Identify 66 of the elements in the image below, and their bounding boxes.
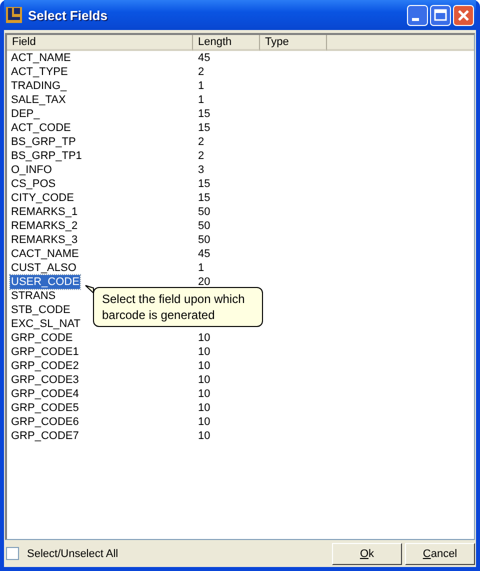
field-name[interactable]: REMARKS_3 [10, 233, 79, 247]
checkbox-label[interactable]: Select/Unselect All [27, 548, 118, 560]
field-length: 10 [198, 430, 210, 442]
field-length: 10 [198, 332, 210, 344]
field-name[interactable]: GRP_CODE4 [10, 387, 80, 401]
column-header[interactable]: Type [260, 35, 327, 51]
field-length: 50 [198, 206, 210, 218]
tooltip-text: Select the field upon which barcode is generated [102, 292, 245, 322]
field-length: 50 [198, 234, 210, 246]
close-icon[interactable] [453, 4, 474, 26]
field-name[interactable]: GRP_CODE1 [10, 345, 80, 359]
field-length: 10 [198, 402, 210, 414]
field-length: 15 [198, 108, 210, 120]
cancel-button[interactable]: Cancel [405, 542, 475, 564]
app-icon [6, 7, 22, 23]
field-length: 20 [198, 276, 210, 288]
field-length: 1 [198, 94, 204, 106]
field-name[interactable]: BS_GRP_TP [10, 135, 77, 149]
field-length: 10 [198, 360, 210, 372]
field-length: 1 [198, 80, 204, 92]
field-name[interactable]: GRP_CODE7 [10, 429, 80, 443]
field-name[interactable]: GRP_CODE6 [10, 415, 80, 429]
field-name[interactable]: EXC_SL_NAT [10, 317, 82, 331]
column-header[interactable]: Field [7, 35, 193, 51]
field-length: 10 [198, 346, 210, 358]
field-length: 2 [198, 136, 204, 148]
field-name[interactable]: CACT_NAME [10, 247, 80, 261]
field-length: 10 [198, 374, 210, 386]
column-header[interactable]: Length [193, 35, 260, 51]
field-name[interactable]: GRP_CODE3 [10, 373, 80, 387]
field-name[interactable]: GRP_CODE5 [10, 401, 80, 415]
field-length: 15 [198, 192, 210, 204]
field-length: 15 [198, 178, 210, 190]
field-name[interactable]: SALE_TAX [10, 93, 67, 107]
minimize-icon[interactable] [407, 4, 428, 26]
field-name[interactable]: ACT_CODE [10, 121, 72, 135]
field-name[interactable]: CUST_ALSO [10, 261, 78, 275]
field-length: 10 [198, 388, 210, 400]
field-length: 1 [198, 262, 204, 274]
field-length: 10 [198, 416, 210, 428]
field-name[interactable]: REMARKS_1 [10, 205, 79, 219]
field-length: 45 [198, 248, 210, 260]
field-name[interactable]: ACT_TYPE [10, 65, 69, 79]
field-name[interactable]: STRANS [10, 289, 57, 303]
field-length: 45 [198, 52, 210, 64]
window-title: Select Fields [28, 8, 108, 22]
field-name[interactable]: O_INFO [10, 163, 53, 177]
field-name[interactable]: GRP_CODE2 [10, 359, 80, 373]
field-length: 3 [198, 164, 204, 176]
field-name[interactable]: DEP_ [10, 107, 41, 121]
field-name[interactable]: REMARKS_2 [10, 219, 79, 233]
field-name[interactable]: BS_GRP_TP1 [10, 149, 83, 163]
field-length: 2 [198, 66, 204, 78]
field-name[interactable]: ACT_NAME [10, 51, 72, 65]
field-name[interactable]: USER_CODE [10, 275, 80, 289]
checkbox[interactable] [6, 547, 19, 560]
field-name[interactable]: CS_POS [10, 177, 57, 191]
field-length: 50 [198, 220, 210, 232]
field-name[interactable]: GRP_CODE [10, 331, 74, 345]
field-length: 2 [198, 150, 204, 162]
maximize-icon[interactable] [430, 4, 451, 26]
field-name[interactable]: CITY_CODE [10, 191, 75, 205]
ok-button[interactable]: Ok [332, 542, 402, 564]
field-name[interactable]: STB_CODE [10, 303, 72, 317]
field-name[interactable]: TRADING_ [10, 79, 68, 93]
field-length: 15 [198, 122, 210, 134]
